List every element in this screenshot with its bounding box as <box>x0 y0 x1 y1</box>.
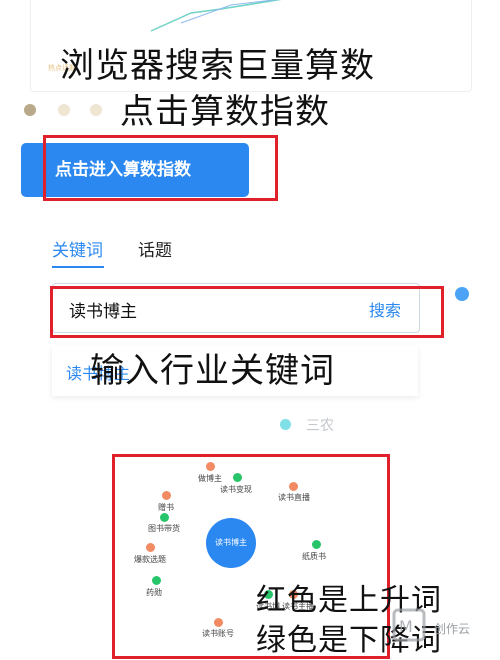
carousel-dot[interactable] <box>24 104 36 116</box>
tab-keyword[interactable]: 关键词 <box>52 236 103 261</box>
decor-bubble <box>455 287 469 301</box>
watermark-text: 创作云 <box>434 622 471 636</box>
caption-search-tool: 浏览器搜索巨量算数 <box>60 46 375 86</box>
watermark-logo: M 创作云 <box>392 604 492 650</box>
highlight-box-search <box>50 286 444 338</box>
carousel-dot[interactable] <box>90 104 102 116</box>
decor-bubble <box>280 419 291 430</box>
background-tag: 三农 <box>306 418 334 434</box>
carousel-dot[interactable] <box>58 104 70 116</box>
trend-line-teal <box>150 0 282 32</box>
caption-enter-keyword: 输入行业关键词 <box>90 351 335 391</box>
tab-topic[interactable]: 话题 <box>138 236 172 261</box>
highlight-box-enter <box>43 135 278 201</box>
svg-text:M: M <box>399 617 413 636</box>
caption-click-index: 点击算数指数 <box>120 92 330 132</box>
active-tab-underline <box>52 266 104 268</box>
